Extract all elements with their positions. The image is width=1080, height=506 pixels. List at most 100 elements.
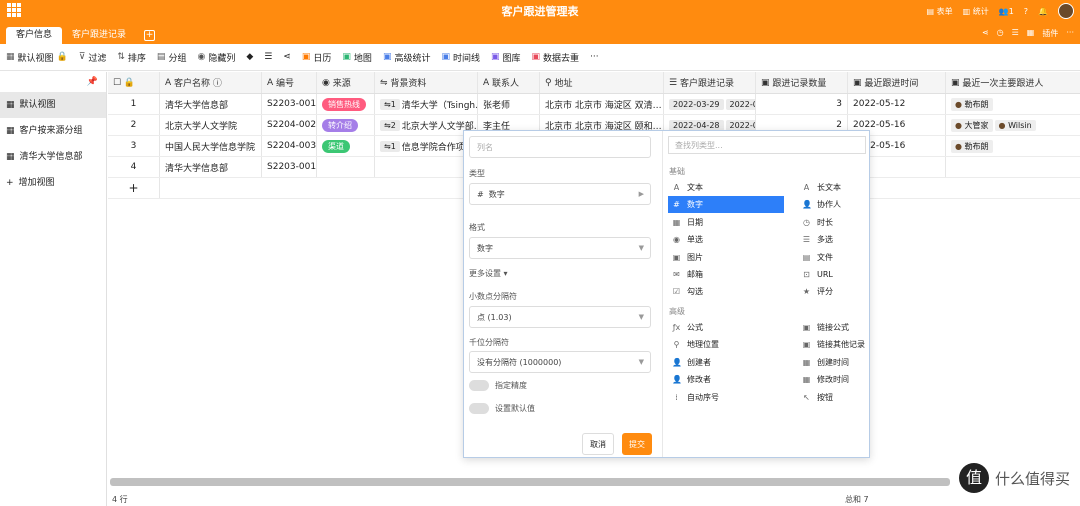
share-view-icon[interactable]: ⋖ bbox=[283, 52, 291, 62]
tab-customer-info[interactable]: 客户信息 bbox=[6, 27, 63, 44]
type-option[interactable]: ▦ 创建时间 bbox=[798, 354, 914, 371]
type-option[interactable]: ★ 评分 bbox=[798, 283, 914, 300]
col-header-source[interactable]: ◉ 来源 bbox=[317, 72, 375, 93]
horizontal-scrollbar[interactable] bbox=[110, 478, 950, 486]
cell-customer-name[interactable]: 北京大学人文学院 bbox=[160, 115, 262, 135]
gallery-button[interactable]: ▣ 图库 bbox=[491, 51, 521, 64]
type-option[interactable]: ƒx 公式 bbox=[668, 319, 784, 336]
add-view-button[interactable]: + 增加视图 bbox=[0, 170, 106, 196]
sidebar-item-tsinghua[interactable]: ▦ 清华大学信息部 bbox=[0, 144, 106, 170]
cell-source[interactable]: 转介绍 bbox=[317, 115, 375, 135]
type-option[interactable]: 👤 修改者 bbox=[668, 371, 784, 388]
dedupe-button[interactable]: ▣ 数据去重 bbox=[532, 51, 580, 64]
cell-source[interactable]: 销售热线 bbox=[317, 94, 375, 114]
form-button[interactable]: ▤ 表单 bbox=[927, 6, 953, 17]
cell-customer-name[interactable]: 清华大学信息部 bbox=[160, 94, 262, 114]
cell-id[interactable]: S2203-001 bbox=[262, 94, 317, 114]
grid-icon[interactable]: ▦ bbox=[1027, 28, 1035, 39]
type-option[interactable]: 👤 协作人 bbox=[798, 196, 914, 213]
type-search-input[interactable]: 查找列类型... bbox=[668, 136, 866, 154]
bell-icon[interactable]: 🔔 bbox=[1038, 7, 1048, 16]
cell-customer-name[interactable]: 清华大学信息部 bbox=[160, 157, 262, 177]
cell-background[interactable]: ⇋1 清华大学（Tsingh… bbox=[375, 94, 478, 114]
type-option[interactable]: ☑ 勾选 bbox=[668, 283, 784, 300]
col-header-name[interactable]: A 客户名称 ⓘ bbox=[160, 72, 262, 93]
col-header-background[interactable]: ⇋ 背景资料 bbox=[375, 72, 478, 93]
cell-last-followup[interactable]: 2022-05-12 bbox=[848, 94, 946, 114]
table-row[interactable]: 1 清华大学信息部 S2203-001 销售热线 ⇋1 清华大学（Tsingh… 张老师 北京… bbox=[108, 94, 1080, 115]
type-option[interactable]: ▦ 日期 bbox=[668, 214, 784, 231]
tab-follow-records[interactable]: 客户跟进记录 bbox=[62, 27, 136, 44]
cell-address[interactable]: 北京市 北京市 海淀区 双清… bbox=[540, 94, 664, 114]
group-button[interactable]: ▤ 分组 bbox=[157, 51, 187, 64]
col-header-last-followup[interactable]: ▣ 最近跟进时间 bbox=[848, 72, 946, 93]
cell-record-count[interactable]: 3 bbox=[756, 94, 848, 114]
col-header-record-count[interactable]: ▣ 跟进记录数量 bbox=[756, 72, 848, 93]
cell-last-person[interactable]: ● 大管家 ● Wilsin bbox=[946, 115, 1080, 135]
cell-id[interactable]: S2204-002 bbox=[262, 115, 317, 135]
cell-last-person[interactable] bbox=[946, 157, 1080, 177]
map-button[interactable]: ▣ 地图 bbox=[342, 51, 372, 64]
share-icon[interactable]: ⋖ bbox=[982, 28, 989, 39]
col-header-contact[interactable]: A 联系人 bbox=[478, 72, 540, 93]
cancel-button[interactable]: 取消 bbox=[582, 433, 614, 455]
cell-last-person[interactable]: ● 勒布朗 bbox=[946, 94, 1080, 114]
avatar[interactable] bbox=[1058, 3, 1074, 19]
col-header-address[interactable]: ⚲ 地址 bbox=[540, 72, 664, 93]
type-option[interactable]: ☰ 多选 bbox=[798, 231, 914, 248]
type-option[interactable]: ↖ 按钮 bbox=[798, 389, 914, 406]
decimal-select[interactable]: 点 (1.03) ▼ bbox=[469, 306, 651, 328]
thousand-select[interactable]: 没有分隔符 (1000000) ▼ bbox=[469, 351, 651, 373]
type-option[interactable]: ▣ 链接其他记录 bbox=[798, 336, 914, 353]
column-name-input[interactable]: 列名 bbox=[469, 136, 651, 158]
col-header-last-person[interactable]: ▣ 最近一次主要跟进人 bbox=[946, 72, 1080, 93]
col-header-records[interactable]: ☰ 客户跟进记录 bbox=[664, 72, 756, 93]
history-icon[interactable]: ◷ bbox=[997, 28, 1004, 39]
cell-id[interactable]: S2203-001 bbox=[262, 157, 317, 177]
settings-icon[interactable]: ☰ bbox=[1012, 28, 1019, 39]
format-select[interactable]: 数字 ▼ bbox=[469, 237, 651, 259]
users-button[interactable]: 👥1 bbox=[999, 7, 1014, 16]
type-option[interactable]: ▣ 图片 bbox=[668, 249, 784, 266]
type-option[interactable]: A 文本 bbox=[668, 179, 784, 196]
default-value-toggle[interactable]: 设置默认值 bbox=[469, 403, 535, 414]
sort-button[interactable]: ⇅ 排序 bbox=[117, 51, 146, 64]
type-option[interactable]: ⊡ URL bbox=[798, 266, 914, 283]
more-settings-toggle[interactable]: 更多设置 ▾ bbox=[469, 268, 508, 279]
hide-columns-button[interactable]: ◉ 隐藏列 bbox=[197, 51, 235, 64]
type-option[interactable]: ◷ 时长 bbox=[798, 214, 914, 231]
cell-source[interactable]: 渠道 bbox=[317, 136, 375, 156]
submit-button[interactable]: 提交 bbox=[622, 433, 652, 455]
row-height-icon[interactable]: ☰ bbox=[264, 52, 272, 62]
more-tools-button[interactable]: ··· bbox=[590, 52, 599, 62]
type-option[interactable]: ▣ 链接公式 bbox=[798, 319, 914, 336]
cell-id[interactable]: S2204-003 bbox=[262, 136, 317, 156]
type-option[interactable]: # 数字 bbox=[668, 196, 784, 214]
advanced-stats-button[interactable]: ▣ 高级统计 bbox=[383, 51, 431, 64]
type-option[interactable]: ⁞ 自动序号 bbox=[668, 389, 784, 406]
cell-contact[interactable]: 张老师 bbox=[478, 94, 540, 114]
sidebar-item-default-view[interactable]: ▦ 默认视图 bbox=[0, 92, 106, 118]
row-number[interactable]: 3 bbox=[108, 136, 160, 156]
fill-color-icon[interactable]: ◆ bbox=[246, 52, 253, 62]
type-option[interactable]: A 长文本 bbox=[798, 179, 914, 196]
cell-source[interactable] bbox=[317, 157, 375, 177]
type-select[interactable]: # 数字 ▶ bbox=[469, 183, 651, 205]
timeline-button[interactable]: ▣ 时间线 bbox=[441, 51, 480, 64]
add-tab-button[interactable]: + bbox=[144, 30, 156, 41]
help-icon[interactable]: ? bbox=[1024, 7, 1028, 16]
cell-customer-name[interactable]: 中国人民大学信息学院 bbox=[160, 136, 262, 156]
type-option[interactable]: 👤 创建者 bbox=[668, 354, 784, 371]
row-number[interactable]: 4 bbox=[108, 157, 160, 177]
calendar-button[interactable]: ▣ 日历 bbox=[302, 51, 332, 64]
type-option[interactable]: ◉ 单选 bbox=[668, 231, 784, 248]
cell-last-person[interactable]: ● 勒布朗 bbox=[946, 136, 1080, 156]
type-option[interactable]: ▤ 文件 bbox=[798, 249, 914, 266]
more-icon[interactable]: ··· bbox=[1066, 28, 1074, 39]
cell-records[interactable]: 2022-03-29 2022-0 bbox=[664, 94, 756, 114]
view-selector[interactable]: ▦ 默认视图 🔒 bbox=[6, 51, 68, 64]
stats-button[interactable]: ▥ 统计 bbox=[963, 6, 989, 17]
select-all-checkbox[interactable]: ☐ 🔒 bbox=[108, 72, 160, 93]
type-option[interactable]: ⚲ 地理位置 bbox=[668, 336, 784, 353]
row-number[interactable]: 1 bbox=[108, 94, 160, 114]
